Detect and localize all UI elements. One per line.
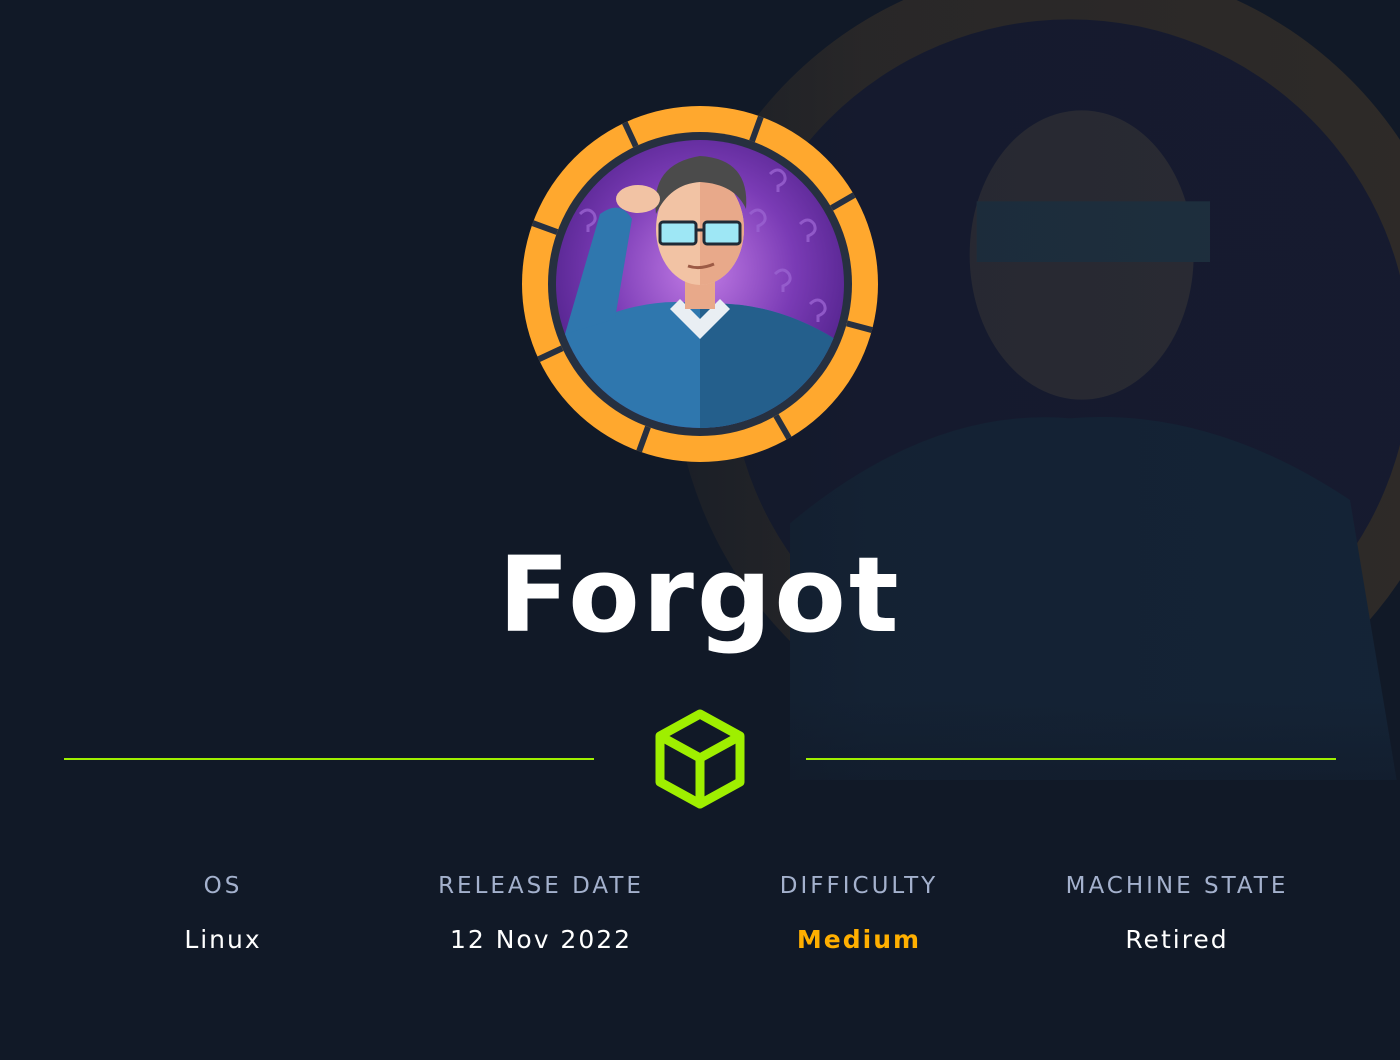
- stat-label: MACHINE STATE: [1065, 873, 1289, 899]
- stat-value: Linux: [184, 925, 262, 954]
- machine-card: Forgot OS Linux RELEASE DATE 12 Nov 2022…: [0, 0, 1400, 1060]
- stat-value: Retired: [1125, 925, 1229, 954]
- divider-line-left: [64, 758, 594, 760]
- machine-title: Forgot: [498, 534, 902, 656]
- stat-value: 12 Nov 2022: [449, 925, 633, 954]
- stat-os: OS Linux: [64, 868, 382, 958]
- thinking-man-avatar-icon: [522, 106, 878, 462]
- stat-label: RELEASE DATE: [438, 873, 644, 899]
- machine-stats: OS Linux RELEASE DATE 12 Nov 2022 DIFFIC…: [64, 868, 1336, 958]
- divider-line-right: [806, 758, 1336, 760]
- stat-difficulty: DIFFICULTY Medium: [700, 868, 1018, 958]
- difficulty-badge: Medium: [796, 925, 922, 954]
- cube-icon: [655, 709, 745, 809]
- stat-release-date: RELEASE DATE 12 Nov 2022: [382, 868, 700, 958]
- stat-label: OS: [203, 873, 243, 899]
- stat-label: DIFFICULTY: [779, 873, 939, 899]
- stat-machine-state: MACHINE STATE Retired: [1018, 868, 1336, 958]
